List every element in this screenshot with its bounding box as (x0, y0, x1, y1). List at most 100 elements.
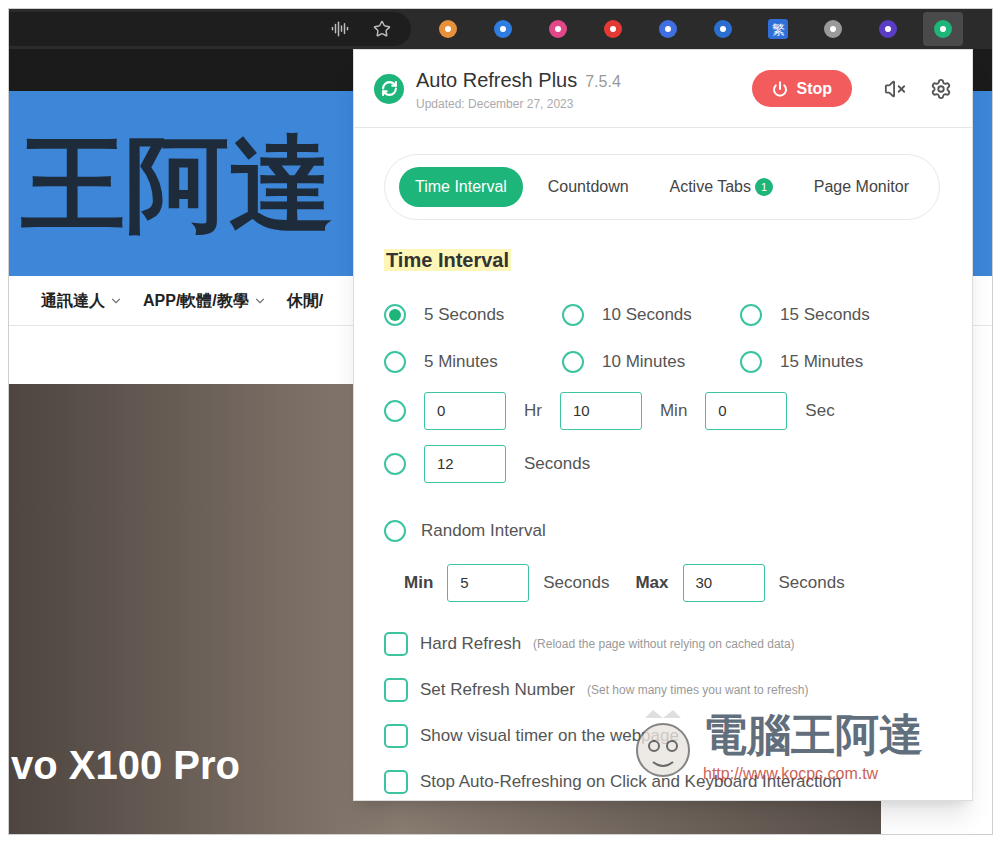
custom-seconds-option[interactable]: 12 Seconds (384, 437, 942, 491)
sound-muted-icon[interactable] (884, 78, 906, 100)
radio-button[interactable] (740, 351, 762, 373)
interval-option[interactable]: 10 Minutes (562, 349, 740, 375)
tab-badge: 1 (755, 178, 773, 196)
extension-icon (934, 20, 952, 38)
watermark-url: http://www.kocpc.com.tw (703, 762, 923, 786)
extension-glyph: 繁 (768, 19, 788, 39)
radio-button[interactable] (740, 304, 762, 326)
app-title: Auto Refresh Plus (416, 65, 577, 95)
stop-button[interactable]: Stop (752, 70, 852, 107)
number-field[interactable]: 30 (683, 564, 765, 602)
extension-button[interactable] (868, 12, 908, 46)
number-field[interactable]: 10 (560, 392, 642, 430)
interval-option[interactable]: 10 Seconds (562, 302, 740, 328)
option-checkbox-row[interactable]: Hard Refresh (Reload the page without rel… (384, 621, 942, 667)
radio-button[interactable] (384, 304, 406, 326)
nav-item[interactable]: 休閒/ (287, 289, 323, 313)
extension-icon (714, 20, 732, 38)
site-logo[interactable]: 王阿達 (21, 132, 333, 236)
extension-button[interactable] (593, 12, 633, 46)
address-bar[interactable] (9, 12, 411, 46)
browser-toolbar: 繁 (9, 9, 992, 49)
extension-icon (549, 20, 567, 38)
watermark-title: 電腦王阿達 (703, 707, 923, 762)
interval-option[interactable]: 15 Seconds (740, 302, 918, 328)
watermark: 電腦王阿達http://www.kocpc.com.tw (631, 707, 923, 786)
popup-body: Time IntervalCountdownActive Tabs1Page M… (354, 128, 972, 801)
checkbox[interactable] (384, 678, 408, 702)
option-label: 5 Minutes (424, 349, 498, 375)
radio-button[interactable] (384, 400, 406, 422)
section-title: Time Interval (384, 249, 511, 271)
option-label: 5 Seconds (424, 302, 504, 328)
option-note: (Reload the page without relying on cach… (533, 635, 795, 653)
option-label: Sec (805, 398, 834, 424)
option-label: Stop Auto-Refreshing on Click and Keyboa… (420, 769, 841, 795)
extension-icon (824, 20, 842, 38)
extension-button[interactable] (648, 12, 688, 46)
extension-popup: Auto Refresh Plus7.5.4Updated: December … (353, 49, 973, 801)
number-field[interactable]: 12 (424, 445, 506, 483)
checkbox[interactable] (384, 724, 408, 748)
nav-item[interactable]: APP/軟體/教學 (143, 289, 267, 313)
option-label: Set Refresh Number (420, 677, 575, 703)
custom-hms-option[interactable]: 0 Hr 10 Min 0 Sec (384, 385, 942, 437)
tab-bar: Time IntervalCountdownActive Tabs1Page M… (384, 154, 940, 220)
tab[interactable]: Time Interval (399, 167, 523, 207)
option-label: Random Interval (421, 518, 546, 544)
option-label: 10 Seconds (602, 302, 692, 328)
extension-button[interactable] (703, 12, 743, 46)
app-logo-icon (374, 74, 404, 104)
extension-button[interactable]: 繁 (758, 12, 798, 46)
tab[interactable]: Page Monitor (798, 167, 925, 207)
read-aloud-icon[interactable] (331, 20, 349, 38)
extension-icon (494, 20, 512, 38)
gear-icon[interactable] (930, 78, 952, 100)
radio-button[interactable] (384, 453, 406, 475)
chevron-icon (109, 294, 123, 308)
option-label: Seconds (543, 570, 609, 596)
extension-button[interactable] (538, 12, 578, 46)
interval-option[interactable]: 5 Seconds (384, 302, 562, 328)
option-checkbox-row[interactable]: Stop Auto-Refreshing on Click and Keyboa… (384, 759, 942, 801)
option-checkbox-row[interactable]: Show visual timer on the webpage (384, 713, 942, 759)
radio-button[interactable] (384, 520, 406, 542)
extension-icon (604, 20, 622, 38)
radio-button[interactable] (562, 351, 584, 373)
checkbox[interactable] (384, 770, 408, 794)
interval-option[interactable]: 15 Minutes (740, 349, 918, 375)
number-field[interactable]: 0 (705, 392, 787, 430)
updated-date: Updated: December 27, 2023 (416, 95, 621, 113)
option-label: Seconds (779, 570, 845, 596)
extension-button[interactable] (813, 12, 853, 46)
extension-icon (439, 20, 457, 38)
screenshot: 繁王阿達通訊達人APP/軟體/教學休閒/vo X100 ProAuto Refr… (0, 0, 1000, 843)
interval-option[interactable]: 5 Minutes (384, 349, 562, 375)
preset-grid: 5 Seconds 10 Seconds 15 Seconds 5 Minutes 10… (384, 291, 942, 385)
option-label: Hr (524, 398, 542, 424)
extensions-bar: 繁 (428, 12, 963, 46)
nav-item[interactable]: 通訊達人 (41, 289, 123, 313)
option-label: Seconds (524, 451, 590, 477)
random-interval-option[interactable]: Random Interval (384, 513, 942, 549)
star-icon[interactable] (373, 20, 391, 38)
option-label: 15 Seconds (780, 302, 870, 328)
extension-button[interactable] (483, 12, 523, 46)
option-checkbox-row[interactable]: Set Refresh Number (Set how many times yo… (384, 667, 942, 713)
extension-button[interactable] (923, 12, 963, 46)
checkbox[interactable] (384, 632, 408, 656)
extension-button[interactable] (428, 12, 468, 46)
tab[interactable]: Active Tabs1 (653, 167, 789, 207)
radio-button[interactable] (384, 351, 406, 373)
tab[interactable]: Countdown (532, 167, 645, 207)
chevron-icon (253, 294, 267, 308)
radio-button[interactable] (562, 304, 584, 326)
extension-icon (879, 20, 897, 38)
option-label: Show visual timer on the webpage (420, 723, 679, 749)
option-label: Hard Refresh (420, 631, 521, 657)
option-label: Min (660, 398, 687, 424)
number-field[interactable]: 5 (447, 564, 529, 602)
number-field[interactable]: 0 (424, 392, 506, 430)
browser-window: 繁王阿達通訊達人APP/軟體/教學休閒/vo X100 ProAuto Refr… (8, 8, 993, 835)
option-note: (Set how many times you want to refresh) (587, 681, 808, 699)
